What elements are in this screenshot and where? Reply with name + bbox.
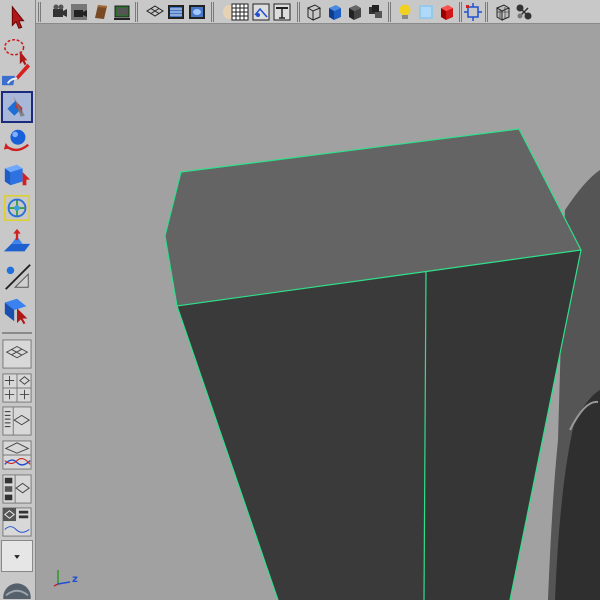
frame-button[interactable] <box>464 3 482 21</box>
isolate-icon <box>441 5 453 20</box>
shelf-separator <box>459 2 462 22</box>
view-axis-indicator: z <box>50 558 90 592</box>
resolution-gate-button[interactable] <box>188 3 206 21</box>
perspective-viewport[interactable]: z <box>36 24 600 600</box>
last-used-tool[interactable] <box>1 294 33 326</box>
use-all-lights-button[interactable] <box>396 3 414 21</box>
shaded-wireframe-icon <box>306 4 322 21</box>
shaded-wireframe-button[interactable] <box>305 3 323 21</box>
graph-view-icon <box>2 440 32 470</box>
outliner-perspective-layout[interactable] <box>1 405 33 437</box>
shelf-separator <box>211 2 214 22</box>
paint-select-tool[interactable] <box>1 58 33 90</box>
soft-mod-icon <box>3 228 31 252</box>
move-tool[interactable] <box>1 91 33 123</box>
layout-menu-button[interactable] <box>1 540 33 572</box>
shelf-separator <box>135 2 138 22</box>
custom-layout-icon <box>2 507 32 537</box>
show-manip-icon <box>5 264 31 290</box>
resolution-button[interactable] <box>494 3 512 21</box>
image-plane-button[interactable] <box>113 3 131 21</box>
camera-attributes-icon <box>71 4 87 20</box>
soft-modification-tool[interactable] <box>1 226 33 258</box>
textured-button[interactable] <box>326 3 344 21</box>
hypershade-view-icon <box>2 474 32 504</box>
flat-shade-icon <box>273 3 291 21</box>
toolbox-separator <box>2 332 32 334</box>
last-tool-icon <box>4 298 28 325</box>
resolution-icon <box>495 4 511 21</box>
film-gate-icon <box>168 5 184 19</box>
manipulator-icon <box>4 195 30 221</box>
select-camera-button[interactable] <box>50 3 68 21</box>
select-camera-icon <box>53 4 67 17</box>
smooth-shade-button[interactable] <box>252 3 270 21</box>
camera-attributes-button[interactable] <box>70 3 88 21</box>
toolbox <box>0 0 36 600</box>
flat-shade-button[interactable] <box>273 3 291 21</box>
scale-tool[interactable] <box>1 158 33 190</box>
rotate-tool[interactable] <box>1 125 33 157</box>
hypershade-perspective-layout[interactable] <box>1 473 33 505</box>
smooth-shade-icon <box>252 3 270 21</box>
outliner-view-icon <box>2 406 32 436</box>
select-tool[interactable] <box>1 2 33 34</box>
scale-icon <box>4 164 31 186</box>
single-view-icon <box>2 339 32 369</box>
four-view-icon <box>2 373 32 403</box>
xray-button[interactable] <box>417 3 435 21</box>
four-view-layout[interactable] <box>1 372 33 404</box>
scene-view[interactable] <box>36 24 600 600</box>
bookmarks-icon <box>95 5 107 19</box>
status-line-shelf <box>36 0 600 24</box>
universal-manipulator[interactable] <box>1 192 33 224</box>
logo-icon <box>3 583 31 599</box>
shelf-separator <box>297 2 300 22</box>
custom-layout[interactable] <box>1 506 33 538</box>
shadows-icon <box>516 4 532 20</box>
single-perspective-layout[interactable] <box>1 338 33 370</box>
xray-icon <box>419 5 433 19</box>
axis-gizmo-icon <box>53 570 71 587</box>
shelf-separator <box>38 2 41 22</box>
shelf-separator <box>388 2 391 22</box>
lights-icon <box>369 5 382 18</box>
lights-button[interactable] <box>367 3 385 21</box>
isolate-button[interactable] <box>438 3 456 21</box>
resolution-gate-icon <box>189 5 205 19</box>
move-icon <box>7 96 25 117</box>
shadows-button[interactable] <box>515 3 533 21</box>
box-front-face[interactable] <box>177 272 426 600</box>
grid-button[interactable] <box>146 3 164 21</box>
image-plane-icon <box>114 5 130 20</box>
grid-toggle-button[interactable] <box>231 3 249 21</box>
axis-label-z: z <box>72 574 78 585</box>
rotate-icon <box>3 129 29 152</box>
light-bulb-icon <box>399 4 411 19</box>
paint-brush-icon <box>2 63 31 86</box>
high-quality-button[interactable] <box>346 3 364 21</box>
shelf-separator <box>485 2 488 22</box>
arrow-cursor-icon <box>11 5 25 29</box>
film-gate-button[interactable] <box>167 3 185 21</box>
bookmarks-button[interactable] <box>92 3 110 21</box>
grid-icon <box>146 5 164 17</box>
textured-icon <box>329 5 341 20</box>
checker-grid-icon <box>231 3 249 21</box>
show-manipulator-tool[interactable] <box>1 260 33 292</box>
high-quality-icon <box>349 5 361 20</box>
frame-icon <box>464 3 482 21</box>
graph-perspective-layout[interactable] <box>1 439 33 471</box>
toolbox-logo <box>1 576 33 600</box>
chevron-down-icon <box>14 555 20 559</box>
